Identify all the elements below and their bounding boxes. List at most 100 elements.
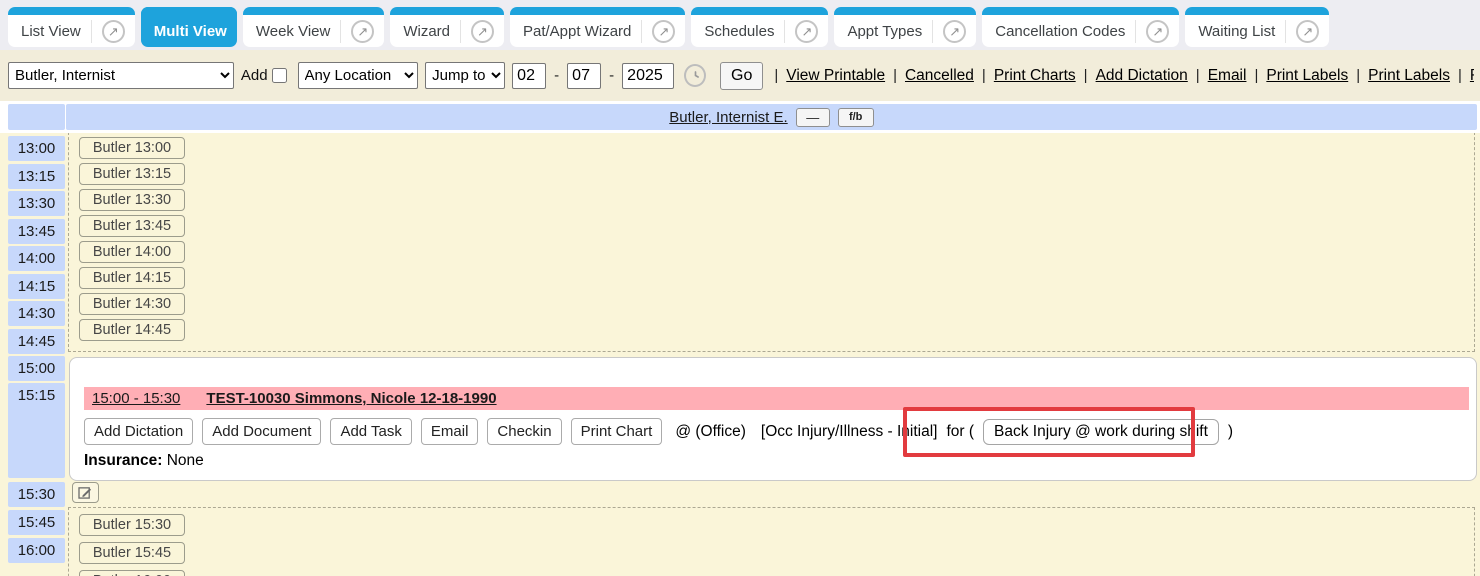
location-select[interactable]: Any Location xyxy=(298,62,419,89)
link-separator: | xyxy=(1356,67,1360,84)
print-labels-link-2[interactable]: Print Labels xyxy=(1368,67,1450,85)
open-external-button[interactable]: ↗ xyxy=(460,20,494,43)
external-link-icon: ↗ xyxy=(1296,20,1319,43)
tab-accent-strip xyxy=(390,7,504,15)
email-button[interactable]: Email xyxy=(421,418,479,445)
time-label: 13:45 xyxy=(8,219,65,244)
open-external-button[interactable]: ↗ xyxy=(1285,20,1319,43)
tab-label: Appt Types xyxy=(847,23,922,40)
clock-icon[interactable] xyxy=(684,64,706,87)
tab-pat-appt-wizard[interactable]: Pat/Appt Wizard ↗ xyxy=(510,7,685,47)
insurance-line: Insurance: None xyxy=(84,452,204,470)
slot-button[interactable]: Butler 13:15 xyxy=(79,163,185,185)
jump-to-select[interactable]: Jump to xyxy=(425,62,505,89)
provider-name-link[interactable]: Butler, Internist E. xyxy=(669,109,787,126)
date-separator: - xyxy=(609,67,614,84)
date-month-input[interactable] xyxy=(512,63,546,89)
tab-list-view[interactable]: List View ↗ xyxy=(8,7,135,47)
edit-note-button[interactable] xyxy=(72,482,99,503)
date-year-input[interactable] xyxy=(622,63,674,89)
time-gutter-header xyxy=(8,104,65,130)
link-separator: | xyxy=(1084,67,1088,84)
open-external-button[interactable]: ↗ xyxy=(1135,20,1169,43)
appointment-header-bar: 15:00 - 15:30 TEST-10030 Simmons, Nicole… xyxy=(84,387,1469,410)
slot-button[interactable]: Butler 13:45 xyxy=(79,215,185,237)
view-printable-link[interactable]: View Printable xyxy=(786,67,885,85)
tab-accent-strip xyxy=(982,7,1179,15)
tab-accent-strip xyxy=(691,7,828,15)
time-label: 15:30 xyxy=(8,482,65,507)
print-chart-button[interactable]: Print Chart xyxy=(571,418,663,445)
add-dictation-button[interactable]: Add Dictation xyxy=(84,418,193,445)
date-day-input[interactable] xyxy=(567,63,601,89)
slot-button[interactable]: Butler 13:30 xyxy=(79,189,185,211)
open-external-button[interactable]: ↗ xyxy=(932,20,966,43)
external-link-icon: ↗ xyxy=(652,20,675,43)
external-link-icon: ↗ xyxy=(943,20,966,43)
tab-wizard[interactable]: Wizard ↗ xyxy=(390,7,504,47)
slot-button[interactable]: Butler 14:45 xyxy=(79,319,185,341)
add-task-button[interactable]: Add Task xyxy=(330,418,411,445)
open-external-button[interactable]: ↗ xyxy=(340,20,374,43)
insurance-label: Insurance: xyxy=(84,452,162,469)
external-link-icon: ↗ xyxy=(471,20,494,43)
appointment-type: [Occ Injury/Illness - Initial] xyxy=(761,423,938,441)
add-provider-checkbox[interactable] xyxy=(272,68,287,83)
tab-multi-view[interactable]: Multi View xyxy=(141,7,237,47)
tab-label: Week View xyxy=(256,23,330,40)
slot-button[interactable]: Butler 15:30 xyxy=(79,514,185,536)
add-provider-label: Add xyxy=(241,67,268,84)
add-dictation-link[interactable]: Add Dictation xyxy=(1096,67,1188,85)
open-external-button[interactable]: ↗ xyxy=(784,20,818,43)
appointment-actions: Add Dictation Add Document Add Task Emai… xyxy=(84,418,1233,445)
slot-button[interactable]: Butler 14:30 xyxy=(79,293,185,315)
tab-label: Pat/Appt Wizard xyxy=(523,23,631,40)
time-label: 16:00 xyxy=(8,538,65,563)
external-link-icon: ↗ xyxy=(351,20,374,43)
open-external-button[interactable]: ↗ xyxy=(91,20,125,43)
fb-toggle-button[interactable]: f/b xyxy=(838,108,874,127)
time-label: 13:15 xyxy=(8,164,65,189)
tab-appt-types[interactable]: Appt Types ↗ xyxy=(834,7,976,47)
link-separator: | xyxy=(893,67,897,84)
open-slot-region: Butler 13:00 Butler 13:15 Butler 13:30 B… xyxy=(68,133,1475,352)
patient-name-link[interactable]: TEST-10030 Simmons, Nicole 12-18-1990 xyxy=(206,390,496,407)
time-label: 14:30 xyxy=(8,301,65,326)
go-button[interactable]: Go xyxy=(720,62,763,90)
open-external-button[interactable]: ↗ xyxy=(641,20,675,43)
tab-label: Schedules xyxy=(704,23,774,40)
slot-button[interactable]: Butler 15:45 xyxy=(79,542,185,564)
provider-select[interactable]: Butler, Internist xyxy=(8,62,234,89)
tab-label: Waiting List xyxy=(1198,23,1275,40)
tab-cancellation-codes[interactable]: Cancellation Codes ↗ xyxy=(982,7,1179,47)
slot-button[interactable]: Butler 13:00 xyxy=(79,137,185,159)
time-label: 14:45 xyxy=(8,329,65,354)
cancelled-link[interactable]: Cancelled xyxy=(905,67,974,85)
add-document-button[interactable]: Add Document xyxy=(202,418,321,445)
appointment-close-paren: ) xyxy=(1228,423,1233,441)
time-label: 15:15 xyxy=(8,383,65,478)
appointment-card: 15:00 - 15:30 TEST-10030 Simmons, Nicole… xyxy=(69,357,1477,481)
external-link-icon: ↗ xyxy=(795,20,818,43)
link-separator: | xyxy=(1196,67,1200,84)
slot-button[interactable]: Butler 14:00 xyxy=(79,241,185,263)
checkin-button[interactable]: Checkin xyxy=(487,418,561,445)
minimize-column-button[interactable]: — xyxy=(796,108,830,127)
link-separator: | xyxy=(982,67,986,84)
slot-button[interactable]: Butler 14:15 xyxy=(79,267,185,289)
appointment-reason-field[interactable]: Back Injury @ work during shift xyxy=(983,419,1219,445)
time-label: 13:00 xyxy=(8,136,65,161)
print-labels-link[interactable]: Print Labels xyxy=(1266,67,1348,85)
appointment-time-link[interactable]: 15:00 - 15:30 xyxy=(92,390,180,407)
time-label: 15:00 xyxy=(8,356,65,381)
print-charts-link[interactable]: Print Charts xyxy=(994,67,1076,85)
tab-week-view[interactable]: Week View ↗ xyxy=(243,7,384,47)
tab-schedules[interactable]: Schedules ↗ xyxy=(691,7,828,47)
tab-accent-strip xyxy=(243,7,384,15)
email-link[interactable]: Email xyxy=(1208,67,1247,85)
slot-button[interactable]: Butler 16:00 xyxy=(79,570,185,576)
schedule-toolbar: Butler, Internist Add Any Location Jump … xyxy=(0,50,1480,101)
time-label: 13:30 xyxy=(8,191,65,216)
run-all-link[interactable]: Run All xyxy=(1470,67,1474,85)
tab-waiting-list[interactable]: Waiting List ↗ xyxy=(1185,7,1329,47)
